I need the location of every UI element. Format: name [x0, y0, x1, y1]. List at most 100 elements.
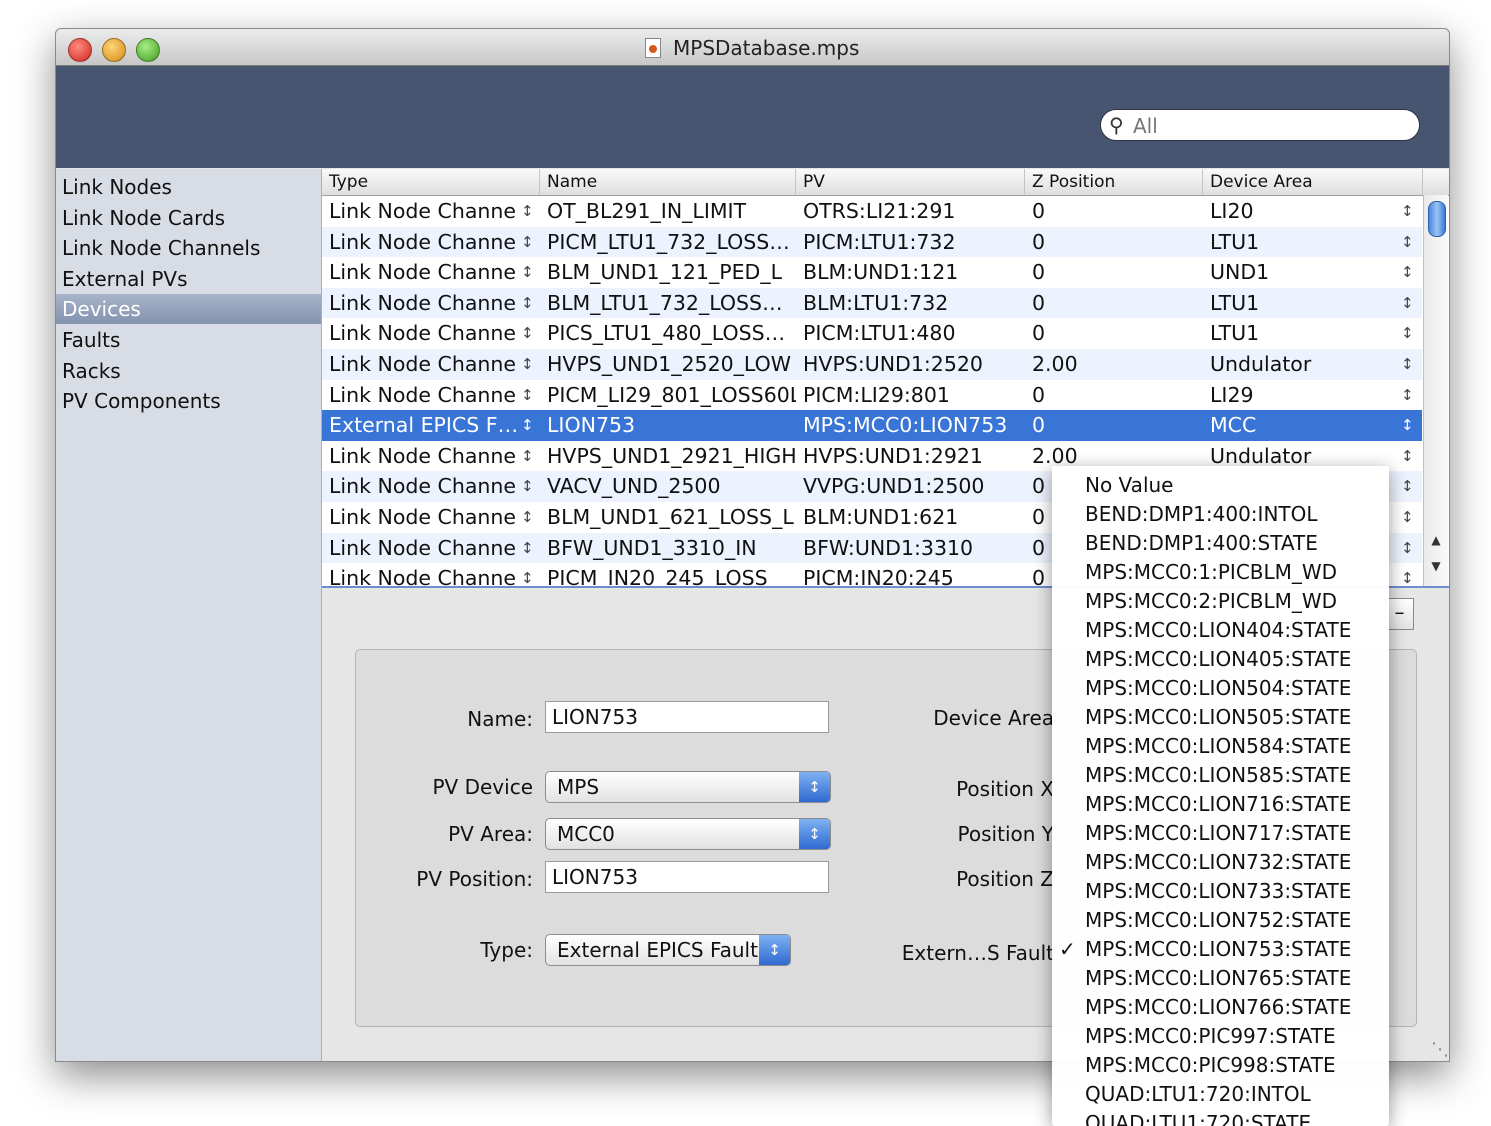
menu-item[interactable]: MPS:MCC0:PIC997:STATE	[1052, 1022, 1389, 1051]
stepper-icon[interactable]: ↕	[521, 410, 534, 440]
table-row[interactable]: Link Node Channel PICM_LTU1_732_LOSS… PICM…	[322, 226, 1422, 258]
menu-item[interactable]: BEND:DMP1:400:INTOL	[1052, 500, 1389, 529]
stepper-icon[interactable]: ↕	[1401, 318, 1414, 348]
sidebar-item-devices[interactable]: Devices	[56, 294, 321, 324]
menu-item[interactable]: MPS:MCC0:LION585:STATE	[1052, 761, 1389, 790]
table-row[interactable]: Link Node Channel PICS_LTU1_480_LOSS… PICM…	[322, 318, 1422, 349]
menu-item[interactable]: MPS:MCC0:LION765:STATE	[1052, 964, 1389, 993]
pv-device-value: MPS	[557, 775, 600, 799]
menu-item[interactable]: MPS:MCC0:LION752:STATE	[1052, 906, 1389, 935]
stepper-icon[interactable]: ↕	[1401, 288, 1414, 318]
remove-button[interactable]: –	[1385, 598, 1414, 630]
table-row[interactable]: Link Node Channel HVPS_UND1_2520_LOW HVPS:…	[322, 349, 1422, 380]
minimize-window-button[interactable]	[102, 38, 126, 62]
stepper-icon[interactable]: ↕	[521, 196, 534, 226]
title-bar[interactable]: MPSDatabase.mps	[56, 29, 1449, 66]
stepper-icon[interactable]: ↕	[1401, 563, 1414, 586]
stepper-icon[interactable]: ↕	[1401, 441, 1414, 471]
menu-item[interactable]: No Value	[1052, 471, 1389, 500]
stepper-icon[interactable]: ↕	[1401, 257, 1414, 287]
menu-item-label: No Value	[1085, 473, 1174, 497]
stepper-icon[interactable]: ↕	[521, 349, 534, 379]
stepper-icon[interactable]: ↕	[521, 288, 534, 318]
column-header-device-area[interactable]: Device Area	[1203, 169, 1423, 195]
sidebar-item-link-nodes[interactable]: Link Nodes	[56, 172, 321, 202]
scroll-up-icon[interactable]: ▲	[1428, 533, 1444, 547]
cell-area: LI29	[1210, 382, 1254, 407]
pv-device-popup[interactable]: MPS ↕	[545, 771, 831, 803]
stepper-icon[interactable]: ↕	[521, 227, 534, 257]
sidebar-item-racks[interactable]: Racks	[56, 356, 321, 386]
cell-area: MCC	[1210, 413, 1257, 438]
table-scrollbar[interactable]: ▲ ▼	[1423, 195, 1448, 586]
external-epics-fault-label: Extern…S Fault	[901, 941, 1054, 965]
stepper-icon[interactable]: ↕	[1401, 502, 1414, 532]
cell-z: 0	[1032, 229, 1046, 254]
menu-item[interactable]: MPS:MCC0:LION584:STATE	[1052, 732, 1389, 761]
stepper-icon[interactable]: ↕	[521, 471, 534, 501]
pv-area-popup[interactable]: MCC0 ↕	[545, 818, 831, 850]
menu-item[interactable]: MPS:MCC0:PIC998:STATE	[1052, 1051, 1389, 1080]
cell-area: LTU1	[1210, 290, 1260, 315]
sidebar-item-link-node-cards[interactable]: Link Node Cards	[56, 203, 321, 233]
menu-item[interactable]: MPS:MCC0:LION405:STATE	[1052, 645, 1389, 674]
menu-item[interactable]: MPS:MCC0:LION404:STATE	[1052, 616, 1389, 645]
menu-item[interactable]: MPS:MCC0:1:PICBLM_WD	[1052, 558, 1389, 587]
table-row[interactable]: Link Node Channel BLM_UND1_121_PED_L BLM:U…	[322, 257, 1422, 288]
sidebar-item-external-pvs[interactable]: External PVs	[56, 264, 321, 294]
cell-pv: BFW:UND1:3310	[803, 535, 974, 560]
stepper-icon[interactable]: ↕	[1401, 533, 1414, 563]
menu-item[interactable]: QUAD:LTU1:720:STATE	[1052, 1109, 1389, 1126]
menu-item[interactable]: MPS:MCC0:LION732:STATE	[1052, 848, 1389, 877]
stepper-icon[interactable]: ↕	[1401, 471, 1414, 501]
stepper-icon[interactable]: ↕	[521, 502, 534, 532]
cell-area: UND1	[1210, 260, 1270, 285]
stepper-icon[interactable]: ↕	[1401, 380, 1414, 410]
table-row[interactable]: External EPICS F… LION753 MPS:MCC0:LION753…	[322, 410, 1422, 441]
menu-item[interactable]: MPS:MCC0:LION504:STATE	[1052, 674, 1389, 703]
menu-item-label: MPS:MCC0:1:PICBLM_WD	[1085, 560, 1338, 584]
table-row[interactable]: Link Node Channel PICM_LI29_801_LOSS60L PI…	[322, 380, 1422, 411]
menu-item[interactable]: BEND:DMP1:400:STATE	[1052, 529, 1389, 558]
stepper-icon[interactable]: ↕	[521, 380, 534, 410]
resize-grip-icon[interactable]: ⋱	[1431, 1039, 1449, 1060]
zoom-window-button[interactable]	[136, 38, 160, 62]
type-popup[interactable]: External EPICS Fault ↕	[545, 934, 791, 966]
menu-item[interactable]: ✓ MPS:MCC0:LION753:STATE	[1052, 935, 1389, 964]
table-row[interactable]: Link Node Channel BLM_LTU1_732_LOSS… BLM:L…	[322, 287, 1422, 319]
menu-item[interactable]: QUAD:LTU1:720:INTOL	[1052, 1080, 1389, 1109]
menu-item[interactable]: MPS:MCC0:LION717:STATE	[1052, 819, 1389, 848]
stepper-icon[interactable]: ↕	[1401, 227, 1414, 257]
sidebar-item-faults[interactable]: Faults	[56, 325, 321, 355]
cell-z: 0	[1032, 321, 1046, 346]
table-row[interactable]: Link Node Channel OT_BL291_IN_LIMIT OTRS:L…	[322, 196, 1422, 227]
sidebar-item-pv-components[interactable]: PV Components	[56, 386, 321, 416]
scroll-down-icon[interactable]: ▼	[1428, 559, 1444, 573]
search-field[interactable]: ⚲	[1100, 109, 1420, 141]
stepper-icon[interactable]: ↕	[521, 441, 534, 471]
search-input[interactable]	[1131, 112, 1405, 140]
column-header-type[interactable]: Type	[322, 169, 540, 195]
column-header-pv[interactable]: PV	[796, 169, 1025, 195]
stepper-icon[interactable]: ↕	[521, 563, 534, 586]
menu-item[interactable]: MPS:MCC0:LION716:STATE	[1052, 790, 1389, 819]
stepper-icon[interactable]: ↕	[1401, 349, 1414, 379]
cell-z: 0	[1032, 260, 1046, 285]
stepper-icon[interactable]: ↕	[521, 533, 534, 563]
sidebar-item-link-node-channels[interactable]: Link Node Channels	[56, 233, 321, 263]
scroll-knob[interactable]	[1428, 201, 1446, 237]
stepper-icon[interactable]: ↕	[1401, 196, 1414, 226]
cell-name: BLM_LTU1_732_LOSS…	[547, 290, 783, 315]
stepper-icon[interactable]: ↕	[521, 318, 534, 348]
stepper-icon[interactable]: ↕	[521, 257, 534, 287]
menu-item[interactable]: MPS:MCC0:LION766:STATE	[1052, 993, 1389, 1022]
stepper-icon[interactable]: ↕	[1401, 410, 1414, 440]
close-window-button[interactable]	[68, 38, 92, 62]
menu-item[interactable]: MPS:MCC0:LION733:STATE	[1052, 877, 1389, 906]
menu-item[interactable]: MPS:MCC0:LION505:STATE	[1052, 703, 1389, 732]
column-header-name[interactable]: Name	[540, 169, 796, 195]
column-header-z-position[interactable]: Z Position	[1025, 169, 1203, 195]
pv-position-field[interactable]: LION753	[545, 861, 829, 893]
menu-item[interactable]: MPS:MCC0:2:PICBLM_WD	[1052, 587, 1389, 616]
name-field[interactable]: LION753	[545, 701, 829, 733]
